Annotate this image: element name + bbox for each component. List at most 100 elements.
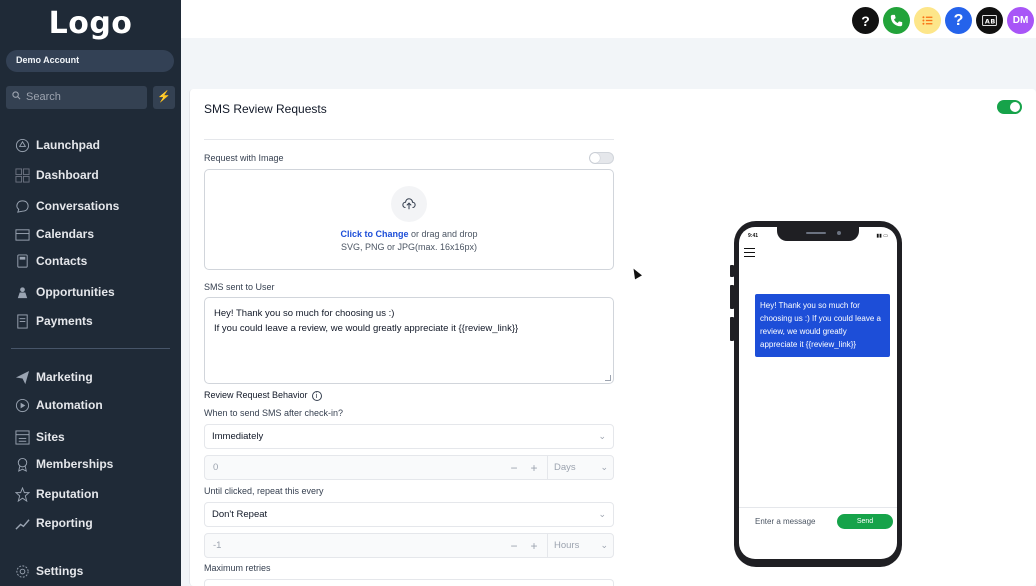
sidebar-item-label: Settings <box>36 564 84 578</box>
sidebar-item-automation[interactable]: Automation <box>14 396 103 414</box>
repeat-unit: Hours <box>554 540 580 551</box>
increment-button[interactable]: + <box>527 539 541 553</box>
sidebar-item-label: Payments <box>36 314 93 328</box>
gear-icon <box>14 563 30 579</box>
sidebar-item-label: Automation <box>36 398 103 412</box>
sms-line-1: Hey! Thank you so much for choosing us :… <box>214 308 395 319</box>
upload-formats: SVG, PNG or JPG(max. 16x16px) <box>340 242 478 252</box>
rocket-icon <box>14 137 30 153</box>
delay-value: 0 <box>213 462 219 473</box>
send-button[interactable]: Send <box>837 514 893 529</box>
phone-side-button <box>730 265 734 277</box>
request-with-image-label: Request with Image <box>204 153 284 163</box>
retries-select[interactable] <box>204 579 614 586</box>
card-title: SMS Review Requests <box>204 102 327 116</box>
logo[interactable]: Logo <box>0 6 181 41</box>
sidebar-item-contacts[interactable]: Contacts <box>14 252 87 270</box>
when-value: Immediately <box>212 431 264 442</box>
sidebar-item-label: Dashboard <box>36 168 99 182</box>
send-icon <box>14 369 30 385</box>
when-select[interactable]: Immediately ⌄ <box>204 424 614 449</box>
divider <box>204 139 614 140</box>
phone-time: 9:41 <box>748 233 759 239</box>
delay-unit-select[interactable]: Days ⌄ <box>547 456 614 479</box>
sidebar-item-opportunities[interactable]: Opportunities <box>14 283 115 301</box>
chevron-down-icon: ⌄ <box>600 462 608 472</box>
increment-button[interactable]: + <box>527 461 541 475</box>
sidebar-item-conversations[interactable]: Conversations <box>14 197 119 215</box>
translate-icon[interactable]: AB <box>976 7 1003 34</box>
sidebar-item-label: Sites <box>36 430 65 444</box>
contact-icon <box>14 253 30 269</box>
delay-unit: Days <box>554 462 576 473</box>
phone-notch <box>777 227 859 241</box>
sidebar-item-memberships[interactable]: Memberships <box>14 455 113 473</box>
sidebar-item-label: Conversations <box>36 199 120 213</box>
repeat-number-input[interactable]: -1 − + Hours ⌄ <box>204 533 614 558</box>
chevron-down-icon: ⌄ <box>598 431 606 441</box>
sms-message-textarea[interactable]: Hey! Thank you so much for choosing us :… <box>204 297 614 384</box>
signal-battery-icon: ▮▮ ▭ <box>876 233 888 239</box>
sidebar-item-payments[interactable]: Payments <box>14 312 93 330</box>
info-icon[interactable]: i <box>311 390 322 401</box>
help-icon[interactable]: ? <box>852 7 879 34</box>
chevron-down-icon: ⌄ <box>598 509 606 519</box>
hamburger-menu-icon[interactable] <box>744 248 755 257</box>
repeat-unit-select[interactable]: Hours ⌄ <box>547 534 614 557</box>
behavior-heading: Review Request Behavior i <box>204 390 322 401</box>
sidebar-item-launchpad[interactable]: Launchpad <box>14 136 100 154</box>
phone-screen: 9:41 ▮▮ ▭ Hey! Thank you so much for cho… <box>739 227 897 559</box>
search-input[interactable]: Search <box>6 86 147 109</box>
sidebar-item-sites[interactable]: Sites <box>14 428 65 446</box>
sidebar: Logo Demo Account Search ⚡ Launchpad Das… <box>0 0 181 586</box>
chart-icon <box>14 515 30 531</box>
sidebar-item-dashboard[interactable]: Dashboard <box>14 166 99 184</box>
sms-line-2: If you could leave a review, we would gr… <box>214 323 519 334</box>
resize-handle[interactable] <box>605 375 611 381</box>
sms-review-toggle[interactable] <box>997 100 1022 114</box>
sms-review-card: SMS Review Requests Request with Image C… <box>189 89 1036 586</box>
repeat-label: Until clicked, repeat this every <box>204 486 324 496</box>
sidebar-item-settings[interactable]: Settings <box>14 562 83 580</box>
delay-number-input[interactable]: 0 − + Days ⌄ <box>204 455 614 480</box>
topbar-icons: ? ? AB DM <box>852 7 1034 34</box>
funnel-icon <box>14 284 30 300</box>
sidebar-item-reporting[interactable]: Reporting <box>14 514 93 532</box>
sidebar-item-marketing[interactable]: Marketing <box>14 368 93 386</box>
receipt-icon <box>14 313 30 329</box>
sms-label: SMS sent to User <box>204 282 275 292</box>
search-placeholder: Search <box>26 91 61 103</box>
sidebar-item-reputation[interactable]: Reputation <box>14 485 99 503</box>
site-icon <box>14 429 30 445</box>
star-icon <box>14 486 30 502</box>
message-input[interactable]: Enter a message <box>755 517 815 526</box>
play-icon <box>14 397 30 413</box>
sidebar-item-label: Memberships <box>36 457 114 471</box>
repeat-num: -1 <box>213 540 222 551</box>
message-bar: Enter a message Send <box>739 507 897 534</box>
list-icon[interactable] <box>914 7 941 34</box>
quick-action-bolt-icon[interactable]: ⚡ <box>153 86 175 109</box>
grid-icon <box>14 167 30 183</box>
sidebar-item-label: Reporting <box>36 516 93 530</box>
badge-icon <box>14 456 30 472</box>
account-switcher[interactable]: Demo Account <box>6 50 174 72</box>
repeat-select[interactable]: Don't Repeat ⌄ <box>204 502 614 527</box>
phone-icon[interactable] <box>883 7 910 34</box>
sidebar-item-calendars[interactable]: Calendars <box>14 225 94 243</box>
click-to-change-link[interactable]: Click to Change <box>340 229 408 239</box>
behavior-label: Review Request Behavior <box>204 390 308 400</box>
image-upload-dropzone[interactable]: Click to Change or drag and drop SVG, PN… <box>204 169 614 270</box>
help-blue-icon[interactable]: ? <box>945 7 972 34</box>
sidebar-item-label: Marketing <box>36 370 93 384</box>
chevron-down-icon: ⌄ <box>600 540 608 550</box>
sidebar-item-label: Contacts <box>36 254 88 268</box>
phone-preview: 9:41 ▮▮ ▭ Hey! Thank you so much for cho… <box>730 221 902 567</box>
request-with-image-toggle[interactable] <box>589 152 614 164</box>
decrement-button[interactable]: − <box>507 461 521 475</box>
decrement-button[interactable]: − <box>507 539 521 553</box>
sidebar-item-label: Opportunities <box>36 285 115 299</box>
svg-text:B: B <box>990 17 995 25</box>
avatar[interactable]: DM <box>1007 7 1034 34</box>
upload-hint: or drag and drop <box>410 229 478 239</box>
